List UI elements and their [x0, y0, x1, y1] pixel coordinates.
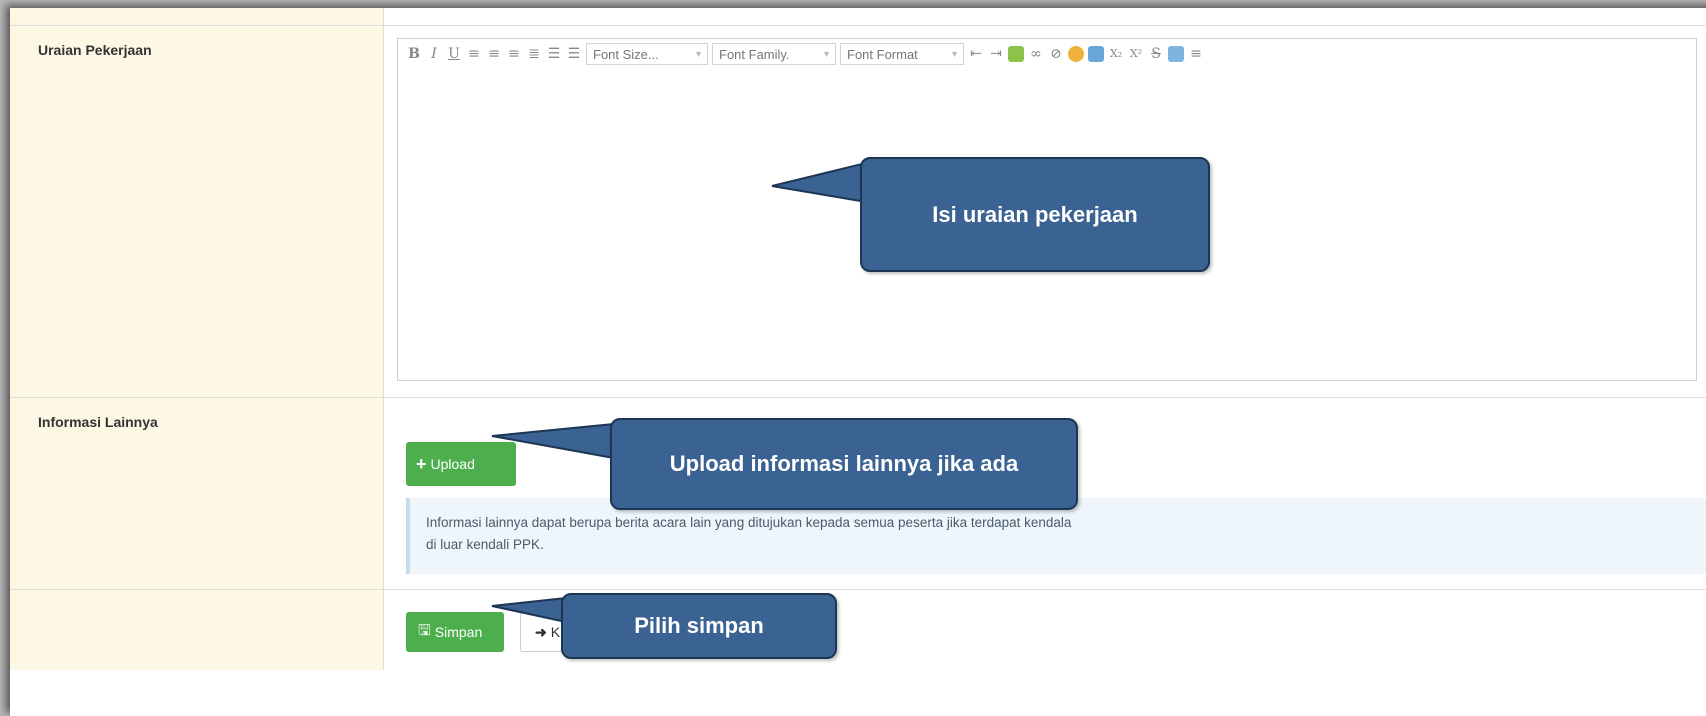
align-center-icon[interactable]: ≡ — [486, 45, 502, 63]
align-right-icon[interactable]: ≡ — [506, 45, 522, 63]
align-left-icon[interactable]: ≡ — [466, 45, 482, 63]
chevron-down-icon: ▼ — [694, 49, 703, 59]
label-cell: Informasi Lainnya — [10, 398, 384, 589]
upload-button[interactable]: + Upload — [406, 442, 516, 486]
italic-button[interactable]: I — [426, 45, 442, 63]
color-palette-icon[interactable] — [1068, 46, 1084, 62]
strikethrough-button[interactable]: S — [1148, 45, 1164, 63]
callout-pilih-simpan-text: Pilih simpan — [634, 613, 764, 638]
chevron-down-icon: ▼ — [950, 49, 959, 59]
remove-format-icon[interactable] — [1168, 46, 1184, 62]
bold-button[interactable]: B — [406, 45, 422, 63]
paste-word-icon[interactable] — [1008, 46, 1024, 62]
form-row-previous — [10, 8, 1706, 26]
chevron-down-icon: ▼ — [822, 49, 831, 59]
font-family-select[interactable]: Font Family. ▼ — [712, 43, 836, 65]
info-note-line-2: di luar kendali PPK. — [426, 537, 544, 552]
label-cell — [10, 8, 384, 25]
kembali-button-label: K — [550, 624, 561, 640]
callout-upload-informasi: Upload informasi lainnya jika ada — [610, 418, 1078, 510]
unlink-icon[interactable]: ⊘ — [1048, 45, 1064, 63]
outdent-icon[interactable]: ⇤ — [968, 45, 984, 63]
informasi-lainnya-label: Informasi Lainnya — [38, 414, 158, 430]
align-justify-icon[interactable]: ≣ — [526, 45, 542, 63]
ordered-list-icon[interactable]: ☰ — [546, 45, 562, 63]
info-note-line-1: Informasi lainnya dapat berupa berita ac… — [426, 515, 1072, 530]
horizontal-rule-icon[interactable]: ≡ — [1188, 45, 1204, 63]
form-row-actions: 🖫 Simpan ➜ K — [10, 590, 1706, 670]
simpan-button[interactable]: 🖫 Simpan — [406, 612, 504, 652]
value-cell — [384, 8, 1706, 25]
plus-icon: + — [416, 453, 427, 474]
indent-icon[interactable]: ⇥ — [988, 45, 1004, 63]
subscript-button[interactable]: X₂ — [1108, 45, 1124, 63]
link-icon[interactable]: ∞ — [1028, 45, 1044, 63]
simpan-button-label: Simpan — [434, 624, 483, 640]
insert-image-icon[interactable] — [1088, 46, 1104, 62]
font-family-value: Font Family. — [719, 46, 790, 62]
font-format-select[interactable]: Font Format ▼ — [840, 43, 964, 65]
font-size-select[interactable]: Font Size... ▼ — [586, 43, 708, 65]
form-panel: Uraian Pekerjaan B I U ≡ ≡ ≡ ≣ ☰ ☰ Font … — [10, 8, 1706, 716]
uraian-pekerjaan-label: Uraian Pekerjaan — [38, 42, 152, 58]
callout-upload-informasi-text: Upload informasi lainnya jika ada — [669, 451, 1019, 476]
save-icon: 🖫 — [418, 621, 431, 639]
label-cell: Uraian Pekerjaan — [10, 26, 384, 397]
screenshot-frame: Uraian Pekerjaan B I U ≡ ≡ ≡ ≣ ☰ ☰ Font … — [0, 0, 1706, 716]
label-cell — [10, 590, 384, 670]
font-size-value: Font Size... — [593, 46, 659, 62]
editor-toolbar: B I U ≡ ≡ ≡ ≣ ☰ ☰ Font Size... ▼ Font Fa… — [398, 39, 1696, 69]
upload-button-label: Upload — [430, 456, 475, 472]
font-format-value: Font Format — [847, 46, 918, 62]
back-icon: ➜ — [535, 623, 547, 640]
form-row-uraian-pekerjaan: Uraian Pekerjaan B I U ≡ ≡ ≡ ≣ ☰ ☰ Font … — [10, 26, 1706, 398]
callout-pilih-simpan: Pilih simpan — [561, 593, 837, 659]
unordered-list-icon[interactable]: ☰ — [566, 45, 582, 63]
superscript-button[interactable]: X² — [1128, 45, 1144, 63]
underline-button[interactable]: U — [446, 45, 462, 63]
callout-isi-uraian-text: Isi uraian pekerjaan — [932, 201, 1138, 227]
callout-isi-uraian: Isi uraian pekerjaan — [860, 157, 1210, 272]
